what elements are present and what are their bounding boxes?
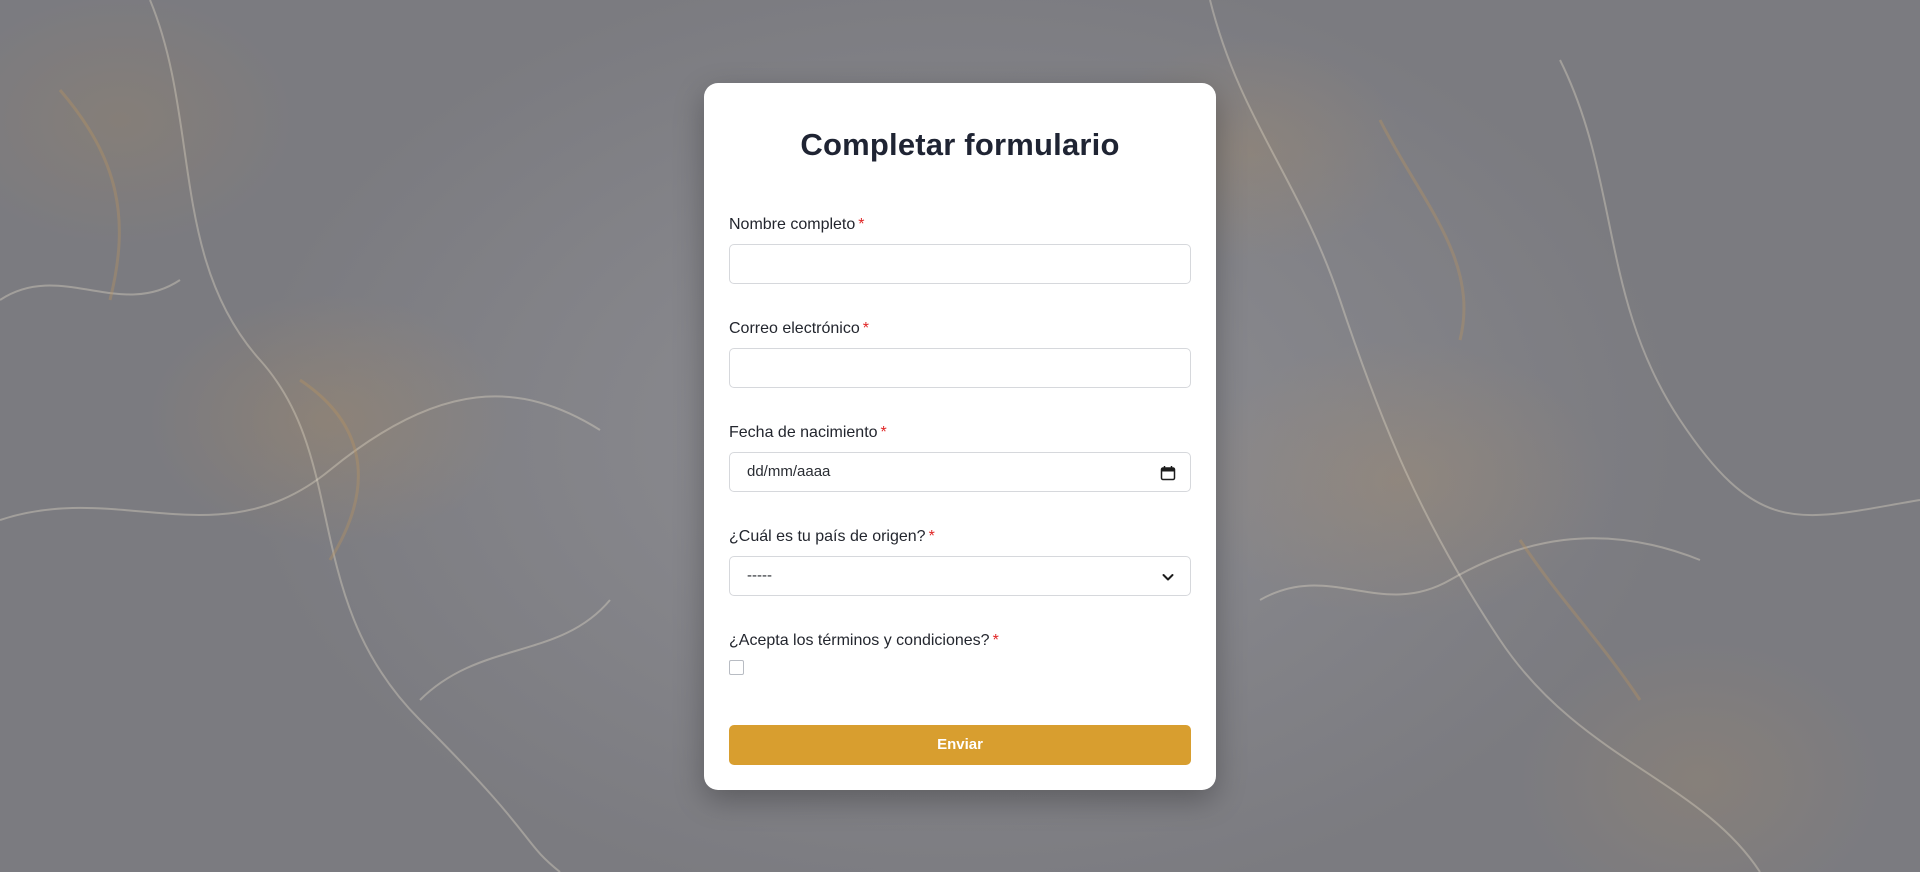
required-marker: * (858, 216, 865, 233)
birthdate-input[interactable]: dd/mm/aaaa (729, 452, 1191, 492)
country-selected-value: ----- (747, 567, 772, 584)
form-title: Completar formulario (800, 127, 1120, 162)
required-marker: * (992, 632, 999, 649)
email-input[interactable] (729, 348, 1191, 388)
full-name-field: Nombre completo * (729, 214, 1191, 284)
email-label-text: Correo electrónico (729, 320, 860, 337)
email-field: Correo electrónico * (729, 318, 1191, 388)
required-marker: * (928, 528, 935, 545)
country-field: ¿Cuál es tu país de origen? * ----- (729, 526, 1191, 596)
birthdate-label-text: Fecha de nacimiento (729, 424, 878, 441)
birthdate-label: Fecha de nacimiento * (729, 422, 1191, 444)
birthdate-field: Fecha de nacimiento * dd/mm/aaaa (729, 422, 1191, 492)
required-marker: * (880, 424, 887, 441)
terms-label: ¿Acepta los términos y condiciones? * (729, 630, 1191, 652)
country-label: ¿Cuál es tu país de origen? * (729, 526, 1191, 548)
chevron-down-icon (1162, 574, 1174, 581)
submit-button[interactable]: Enviar (729, 725, 1191, 765)
full-name-label-text: Nombre completo (729, 216, 856, 233)
form-card: Completar formulario Nombre completo * Co… (704, 83, 1216, 790)
calendar-icon[interactable] (1160, 465, 1176, 481)
country-label-text: ¿Cuál es tu país de origen? (729, 528, 926, 545)
full-name-input[interactable] (729, 244, 1191, 284)
terms-field: ¿Acepta los términos y condiciones? * (729, 630, 1191, 675)
email-label: Correo electrónico * (729, 318, 1191, 340)
country-select[interactable]: ----- (729, 556, 1191, 596)
terms-checkbox[interactable] (729, 660, 744, 675)
birthdate-placeholder: dd/mm/aaaa (747, 463, 831, 480)
required-marker: * (862, 320, 869, 337)
full-name-label: Nombre completo * (729, 214, 1191, 236)
terms-label-text: ¿Acepta los términos y condiciones? (729, 632, 990, 649)
